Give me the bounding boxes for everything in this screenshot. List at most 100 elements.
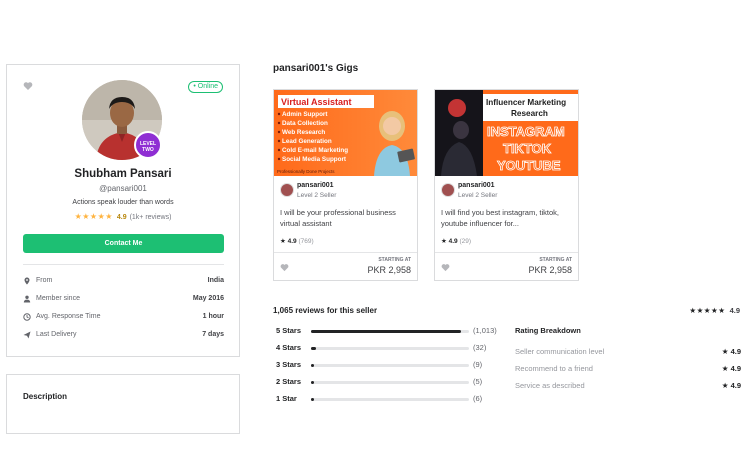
star-filter-3[interactable]: 3 Stars (9) [276, 360, 506, 372]
gig-title-link[interactable]: I will find you best instagram, tiktok, … [441, 207, 574, 229]
star-filter-count: (32) [473, 343, 487, 352]
seller-tagline: Actions speak louder than words [72, 199, 174, 206]
rating-bar-fill [311, 364, 315, 367]
breakdown-label: Seller communication level [515, 347, 605, 356]
starting-at-label: STARTING AT [378, 257, 411, 263]
stat-from: From India [23, 277, 224, 287]
star-filter-count: (1,013) [473, 326, 497, 335]
gig-seller-name[interactable]: pansari001 [297, 182, 334, 189]
reviews-count-title: 1,065 reviews for this seller [273, 306, 378, 315]
gig-rating: ★ 4.9 (29) [441, 237, 471, 245]
stat-label: Member since [36, 295, 80, 302]
breakdown-value: ★ 4.9 [721, 381, 741, 390]
rating-breakdown-title: Rating Breakdown [515, 326, 581, 335]
save-gig-heart-icon[interactable] [280, 263, 289, 272]
star-filter-4[interactable]: 4 Stars (32) [276, 343, 506, 355]
save-gig-heart-icon[interactable] [441, 263, 450, 272]
star-icon: ★ [280, 238, 286, 245]
online-status-badge: • Online [188, 81, 223, 93]
seller-rating: ★★★★★ 4.9 (1k+ reviews) [7, 212, 239, 221]
description-title: Description [23, 392, 68, 401]
breakdown-row: Service as described ★ 4.9 [515, 381, 741, 391]
divider [435, 252, 578, 253]
star-filter-label[interactable]: 1 Star [276, 394, 297, 403]
star-filter-2[interactable]: 2 Stars (5) [276, 377, 506, 389]
star-filter-5[interactable]: 5 Stars (1,013) [276, 326, 506, 338]
stat-label: Avg. Response Time [36, 313, 101, 320]
user-icon [23, 295, 31, 303]
stat-value: May 2016 [192, 295, 224, 302]
gig-title-link[interactable]: I will be your professional business vir… [280, 207, 413, 229]
gig-image-title: Research [511, 109, 548, 118]
rating-bar-track [311, 330, 469, 333]
stat-label: From [36, 277, 53, 284]
rating-bar-track [311, 398, 469, 401]
gig-image-title: Influencer Marketing [486, 98, 566, 107]
starting-at-label: STARTING AT [539, 257, 572, 263]
gig-image-bullet: Cold E-mail Marketing [282, 147, 348, 154]
gig-price: PKR 2,958 [528, 265, 572, 275]
gig-seller-level: Level 2 Seller [458, 192, 498, 199]
star-icon: ★ [441, 238, 447, 245]
gig-card[interactable]: Influencer Marketing Research INSTAGRAM … [434, 89, 579, 281]
gig-image-bullet: Lead Generation [282, 138, 332, 145]
breakdown-value: ★ 4.9 [721, 364, 741, 373]
breakdown-label: Recommend to a friend [515, 364, 593, 373]
stat-value: India [207, 277, 224, 284]
gig-price: PKR 2,958 [367, 265, 411, 275]
gig-seller-avatar[interactable] [280, 183, 294, 197]
star-filter-1[interactable]: 1 Star (6) [276, 394, 506, 406]
star-filter-label[interactable]: 3 Stars [276, 360, 301, 369]
stat-label: Last Delivery [36, 331, 77, 338]
seller-username: @pansari001 [99, 184, 147, 193]
gig-seller-name[interactable]: pansari001 [458, 182, 495, 189]
rating-count: (1k+ reviews) [129, 214, 172, 221]
breakdown-label: Service as described [515, 381, 585, 390]
gig-thumbnail[interactable]: Influencer Marketing Research INSTAGRAM … [435, 90, 578, 176]
star-filter-count: (9) [473, 360, 483, 369]
favorite-heart-icon[interactable] [23, 81, 33, 91]
rating-bar-track [311, 381, 469, 384]
gig-image-footer: Professionally Done Projects [277, 169, 335, 174]
gig-image-bullet: Data Collection [282, 120, 328, 127]
stat-value: 1 hour [202, 313, 224, 320]
breakdown-value: ★ 4.9 [721, 347, 741, 356]
location-pin-icon [24, 277, 30, 285]
contact-me-button[interactable]: Contact Me [23, 234, 224, 253]
rating-stars-icon: ★★★★★ [74, 212, 113, 221]
star-filter-count: (5) [473, 377, 483, 386]
gig-thumbnail[interactable]: Virtual Assistant Admin Support Data Col… [274, 90, 417, 176]
send-icon [23, 331, 31, 339]
gig-image-line: TIKTOK [503, 141, 552, 156]
gig-image-line: YOUTUBE [497, 158, 561, 173]
level-two-badge: LEVEL TWO [134, 131, 162, 159]
stat-response-time: Avg. Response Time 1 hour [23, 313, 224, 323]
rating-stars-icon: ★★★★★ [689, 306, 726, 315]
divider [274, 252, 417, 253]
seller-name: Shubham Pansari [74, 168, 172, 180]
rating-bar-fill [311, 330, 462, 333]
gig-image-bullet: Web Research [282, 129, 325, 136]
star-filter-label[interactable]: 2 Stars [276, 377, 301, 386]
rating-bar-fill [311, 347, 316, 350]
stat-value: 7 days [202, 331, 224, 338]
gig-card[interactable]: Virtual Assistant Admin Support Data Col… [273, 89, 418, 281]
gig-seller-avatar[interactable] [441, 183, 455, 197]
gig-seller-level: Level 2 Seller [297, 192, 337, 199]
stat-member-since: Member since May 2016 [23, 295, 224, 305]
gig-image-line: INSTAGRAM [487, 124, 565, 139]
star-filter-label[interactable]: 4 Stars [276, 343, 301, 352]
breakdown-row: Recommend to a friend ★ 4.9 [515, 364, 741, 374]
overall-rating: ★★★★★ 4.9 [689, 306, 740, 315]
rating-bar-fill [311, 398, 315, 401]
overall-rating-value: 4.9 [729, 306, 740, 315]
star-filter-label[interactable]: 5 Stars [276, 326, 301, 335]
gig-image-bullet: Admin Support [282, 111, 328, 118]
gig-rating: ★ 4.9 (769) [280, 237, 314, 245]
gigs-section-title: pansari001's Gigs [273, 63, 359, 74]
clock-icon [23, 313, 31, 321]
description-card: Description [6, 374, 240, 434]
stat-last-delivery: Last Delivery 7 days [23, 331, 224, 341]
divider [23, 264, 224, 265]
star-filter-count: (6) [473, 394, 483, 403]
